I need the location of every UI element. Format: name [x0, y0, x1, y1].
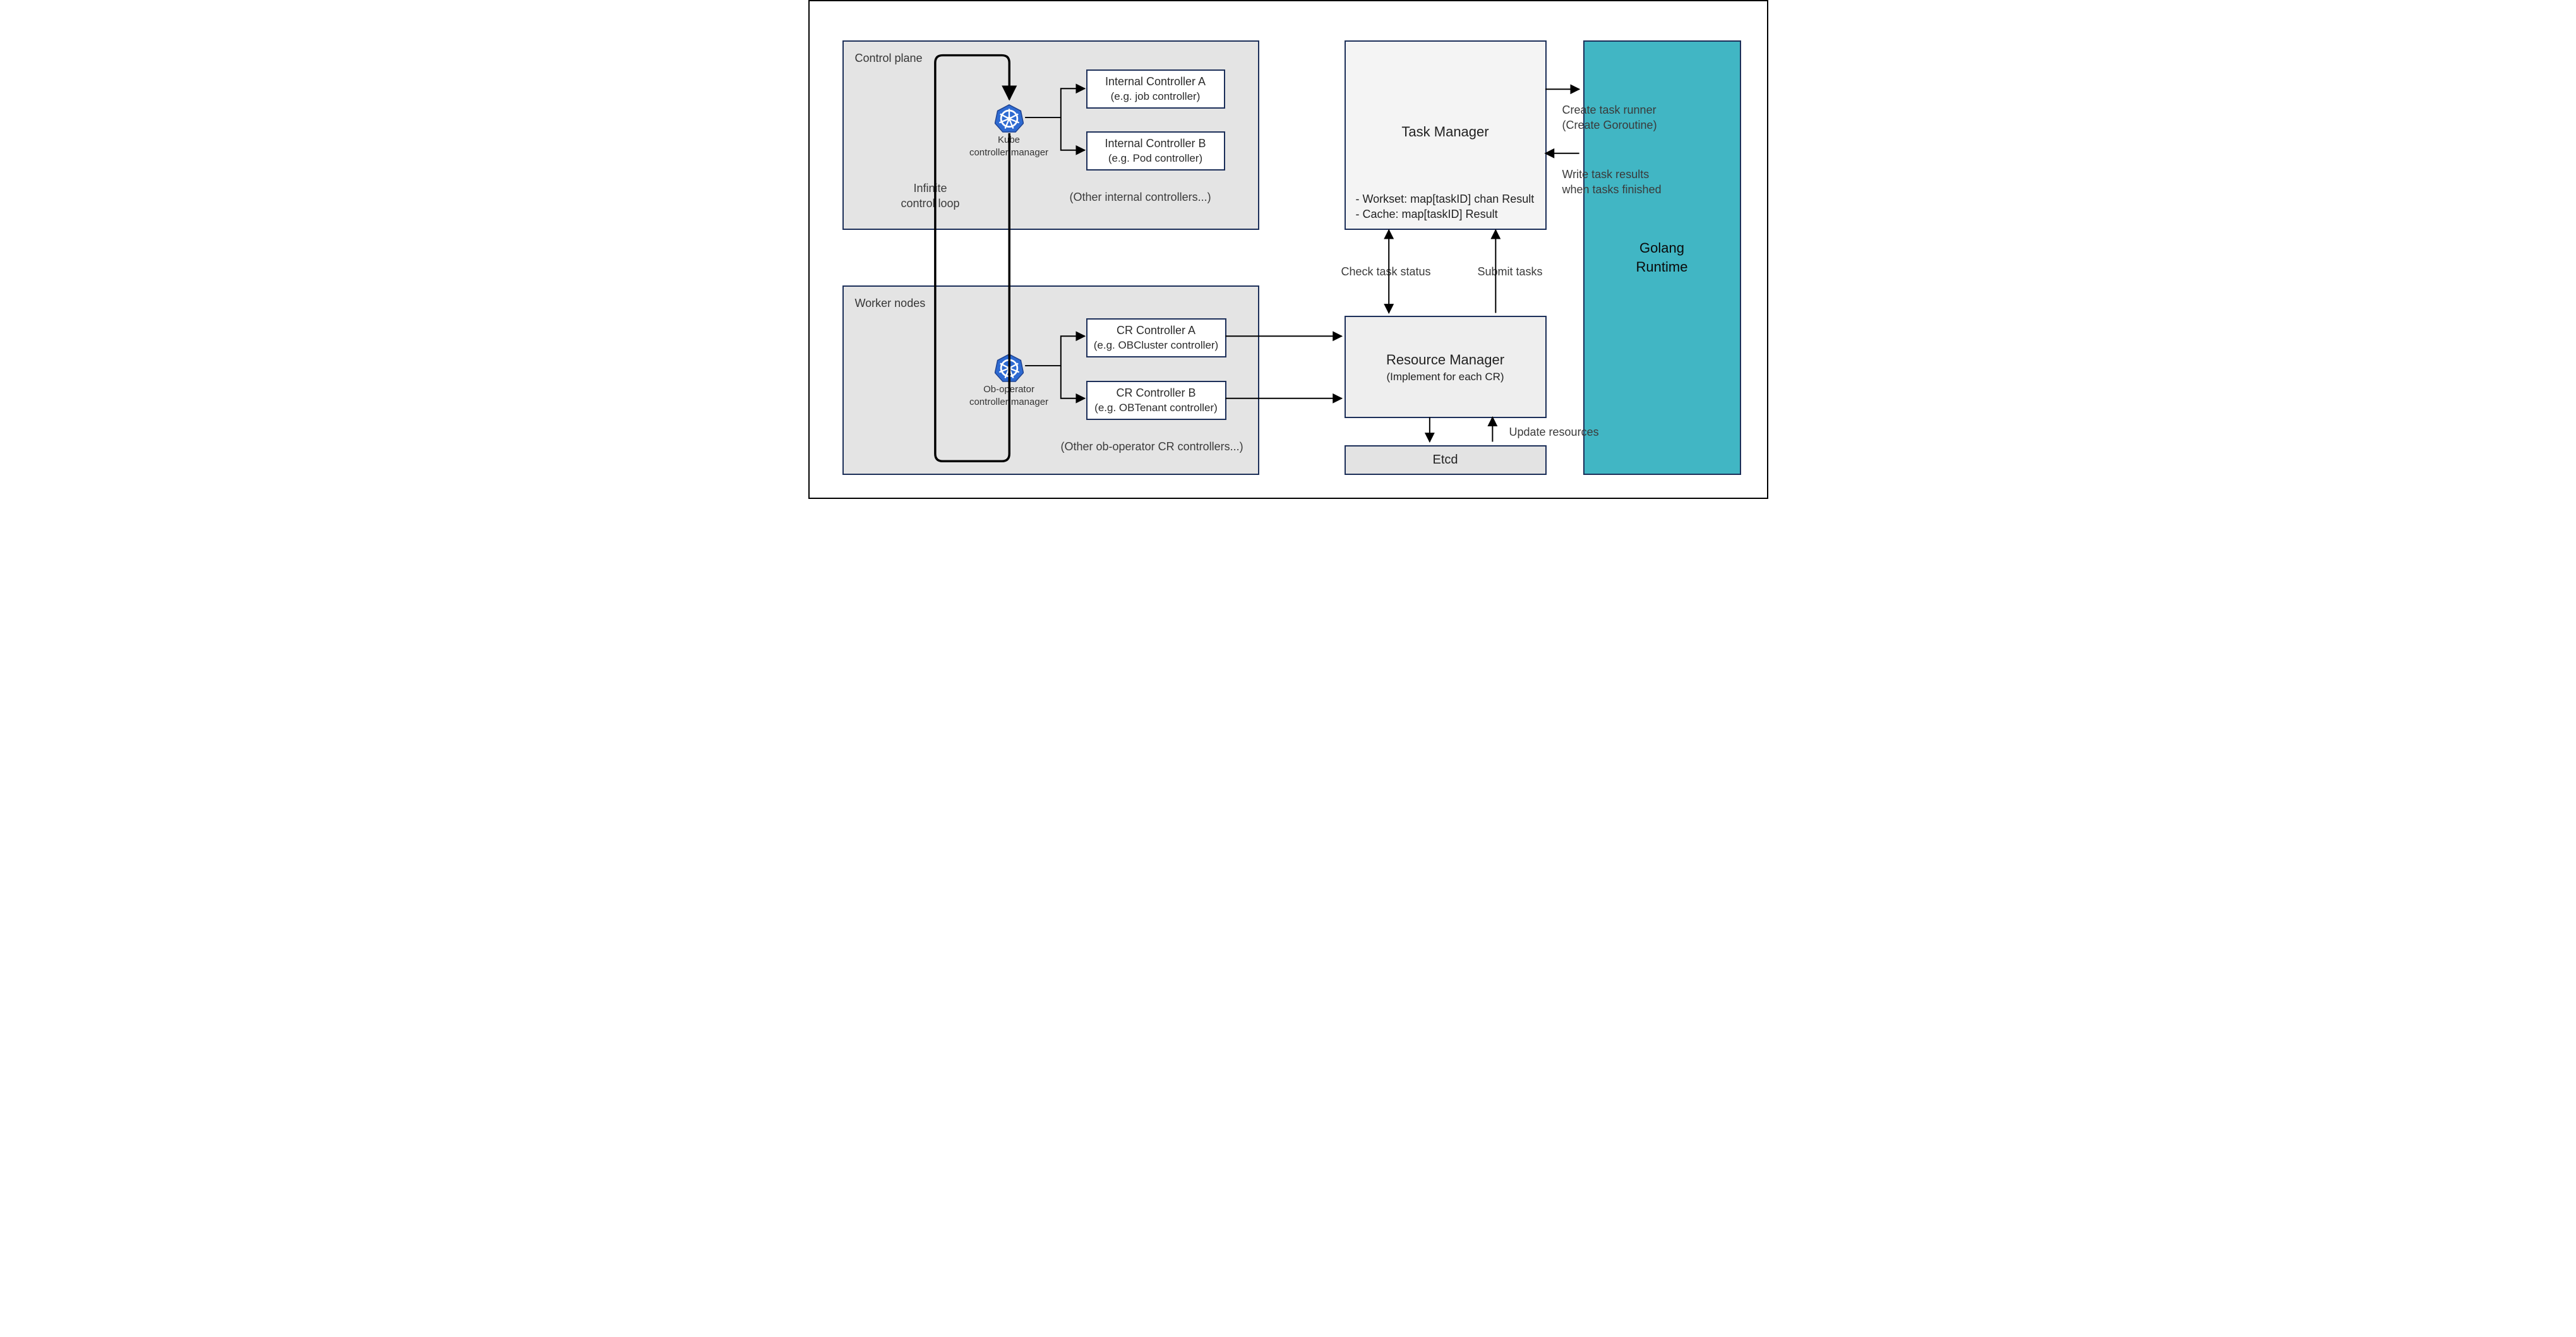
submit-tasks-label: Submit tasks: [1478, 265, 1543, 279]
kubernetes-icon: [995, 104, 1024, 133]
check-task-status-label: Check task status: [1341, 265, 1431, 279]
infinite-loop-l2: control loop: [901, 197, 960, 210]
write-task-results-l2: when tasks finished: [1562, 183, 1662, 196]
infinite-loop-label: Infinite control loop: [901, 181, 960, 212]
other-cr-controllers-note: (Other ob-operator CR controllers...): [1061, 440, 1243, 453]
create-task-runner-l1: Create task runner: [1562, 104, 1656, 116]
internal-controller-a-title: Internal Controller A: [1105, 74, 1206, 89]
cr-controller-a-sub: (e.g. OBCluster controller): [1094, 339, 1218, 353]
update-resources-label: Update resources: [1509, 426, 1599, 439]
control-plane-label: Control plane: [855, 52, 923, 65]
cr-controller-b-title: CR Controller B: [1116, 385, 1195, 400]
cr-controller-a-title: CR Controller A: [1117, 323, 1195, 338]
cr-controller-a: CR Controller A (e.g. OBCluster controll…: [1086, 318, 1226, 357]
resource-manager: Resource Manager (Implement for each CR): [1345, 316, 1547, 418]
ob-operator-label-l1: Ob-operator: [983, 384, 1034, 395]
create-task-runner-label: Create task runner (Create Goroutine): [1562, 102, 1657, 133]
task-manager: Task Manager - Workset: map[taskID] chan…: [1345, 40, 1547, 230]
task-manager-line2: - Cache: map[taskID] Result: [1356, 208, 1498, 221]
task-manager-line1: - Workset: map[taskID] chan Result: [1356, 193, 1535, 206]
ob-operator-icon: [995, 353, 1024, 382]
task-manager-title: Task Manager: [1346, 124, 1545, 140]
kube-manager-label-l1: Kube: [998, 135, 1020, 145]
worker-nodes-label: Worker nodes: [855, 297, 926, 310]
kube-manager-label: Kube controller manager: [961, 134, 1057, 159]
cr-controller-b: CR Controller B (e.g. OBTenant controlle…: [1086, 381, 1226, 420]
golang-runtime-l1: Golang: [1639, 240, 1684, 256]
internal-controller-b-sub: (e.g. Pod controller): [1108, 152, 1202, 166]
kube-manager-label-l2: controller manager: [969, 147, 1048, 158]
resource-manager-sub: (Implement for each CR): [1346, 371, 1545, 383]
ob-operator-label: Ob-operator controller manager: [961, 383, 1057, 408]
resource-manager-title: Resource Manager: [1346, 352, 1545, 368]
internal-controller-a: Internal Controller A (e.g. job controll…: [1086, 69, 1225, 109]
ob-operator-label-l2: controller manager: [969, 397, 1048, 407]
infinite-loop-l1: Infinite: [914, 182, 947, 195]
golang-runtime-l2: Runtime: [1636, 259, 1688, 275]
etcd-label: Etcd: [1432, 453, 1458, 467]
etcd: Etcd: [1345, 445, 1547, 475]
write-task-results-label: Write task results when tasks finished: [1562, 167, 1662, 198]
other-internal-controllers-note: (Other internal controllers...): [1070, 191, 1211, 204]
internal-controller-b: Internal Controller B (e.g. Pod controll…: [1086, 131, 1225, 171]
diagram-canvas: Control plane Worker nodes Kube controll…: [808, 0, 1768, 499]
internal-controller-a-sub: (e.g. job controller): [1111, 90, 1201, 104]
internal-controller-b-title: Internal Controller B: [1105, 136, 1206, 151]
cr-controller-b-sub: (e.g. OBTenant controller): [1094, 401, 1218, 416]
create-task-runner-l2: (Create Goroutine): [1562, 119, 1657, 131]
write-task-results-l1: Write task results: [1562, 168, 1650, 181]
